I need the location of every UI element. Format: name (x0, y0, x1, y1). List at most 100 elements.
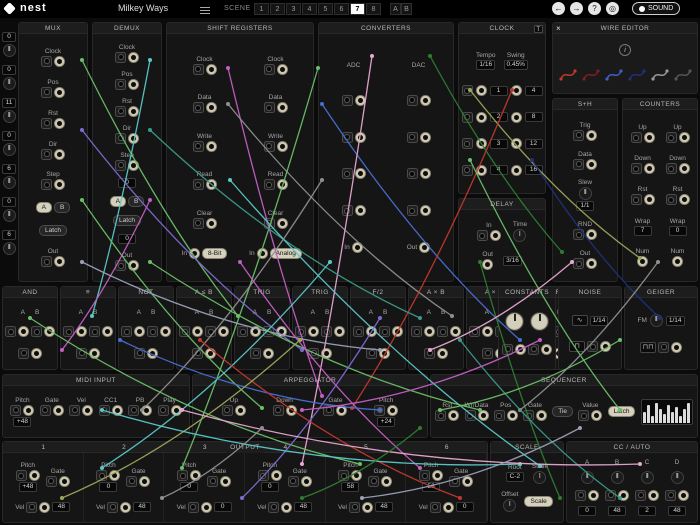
input-port[interactable] (96, 470, 107, 481)
input-port[interactable] (374, 405, 385, 416)
wire-style-swatch[interactable] (559, 67, 577, 83)
output-jack[interactable] (277, 141, 288, 152)
scale-button[interactable]: Scale (524, 496, 552, 507)
wire-style-swatch[interactable] (628, 67, 646, 83)
vel-value[interactable]: 48 (133, 502, 151, 512)
output-jack[interactable] (672, 256, 683, 267)
input-port[interactable] (193, 141, 204, 152)
output-jack[interactable] (205, 348, 216, 359)
input-port[interactable] (10, 405, 21, 416)
division-value[interactable]: 1 (490, 86, 508, 96)
input-port[interactable] (31, 326, 42, 337)
input-port[interactable] (89, 326, 100, 337)
input-jack[interactable] (462, 476, 473, 487)
input-jack[interactable] (109, 470, 120, 481)
input-port[interactable] (18, 348, 29, 359)
input-port[interactable] (342, 132, 353, 143)
output-jack[interactable] (355, 168, 366, 179)
wire-style-swatch[interactable] (651, 67, 669, 83)
input-port[interactable] (41, 179, 52, 190)
output-jack[interactable] (511, 112, 522, 123)
waveform-icon[interactable]: ⊓ (569, 341, 585, 352)
input-jack[interactable] (679, 163, 690, 174)
division-value[interactable]: 8 (525, 112, 543, 122)
output-jack[interactable] (206, 102, 217, 113)
division-value[interactable]: 16 (525, 165, 543, 175)
input-jack[interactable] (271, 470, 282, 481)
division-value[interactable]: 12 (525, 139, 543, 149)
input-value[interactable]: 11 (2, 98, 16, 108)
output-jack[interactable] (586, 258, 597, 269)
division-value[interactable]: 2 (490, 112, 508, 122)
input-port[interactable] (192, 348, 203, 359)
patch-title[interactable]: Milkey Ways (118, 3, 168, 13)
info-icon[interactable]: i (619, 44, 631, 56)
input-port[interactable] (41, 149, 52, 160)
output-jack[interactable] (54, 179, 65, 190)
output-jack[interactable] (387, 405, 398, 416)
input-jack[interactable] (190, 470, 201, 481)
scene-a-button[interactable]: A (390, 3, 401, 15)
wrap-value[interactable]: 0 (669, 226, 687, 236)
input-port[interactable] (268, 502, 279, 513)
pitch-value[interactable]: 0 (180, 482, 198, 492)
noise-rate-value[interactable]: 1/14 (590, 316, 609, 326)
input-port[interactable] (407, 132, 418, 143)
input-jack[interactable] (362, 502, 373, 513)
output-jack[interactable] (637, 256, 648, 267)
swing-value[interactable]: 0.45% (504, 60, 528, 70)
input-port[interactable] (193, 64, 204, 75)
cc-knob[interactable] (581, 471, 594, 484)
input-port[interactable] (465, 410, 476, 421)
input-port[interactable] (26, 502, 37, 513)
input-port[interactable] (126, 476, 137, 487)
constant-knob-1[interactable] (505, 312, 524, 331)
input-port[interactable] (308, 348, 319, 359)
input-port[interactable] (587, 341, 598, 352)
input-value[interactable]: 0 (2, 32, 16, 42)
offset-knob[interactable] (503, 499, 516, 512)
output-jack[interactable] (147, 348, 158, 359)
input-port[interactable] (323, 405, 334, 416)
input-port[interactable] (430, 502, 441, 513)
input-port[interactable] (264, 141, 275, 152)
input-jack[interactable] (490, 230, 501, 241)
output-jack[interactable] (321, 348, 332, 359)
input-jack[interactable] (678, 490, 689, 501)
input-jack[interactable] (218, 326, 229, 337)
input-port[interactable] (193, 218, 204, 229)
input-port[interactable] (666, 194, 677, 205)
demux-b-button[interactable]: B (128, 196, 144, 207)
input-value[interactable]: 0 (2, 197, 16, 207)
output-jack[interactable] (476, 138, 487, 149)
mux-b-button[interactable]: B (54, 202, 70, 213)
output-jack[interactable] (591, 410, 602, 421)
input-port[interactable] (462, 85, 473, 96)
input-port[interactable] (407, 205, 418, 216)
scene-button[interactable]: 4 (302, 3, 317, 15)
input-port[interactable] (502, 344, 513, 355)
input-jack[interactable] (644, 194, 655, 205)
input-port[interactable] (462, 165, 473, 176)
output-jack[interactable] (206, 179, 217, 190)
input-port[interactable] (631, 132, 642, 143)
scene-button[interactable]: 8 (366, 3, 381, 15)
input-port[interactable] (263, 326, 274, 337)
input-port[interactable] (353, 326, 364, 337)
output-jack[interactable] (671, 342, 682, 353)
input-port[interactable] (115, 260, 126, 271)
constant-knob-2[interactable] (530, 312, 549, 331)
input-jack[interactable] (679, 194, 690, 205)
output-jack[interactable] (128, 79, 139, 90)
input-jack[interactable] (644, 132, 655, 143)
shift-mode-button[interactable]: 8-Bit (202, 248, 227, 259)
output-jack[interactable] (355, 95, 366, 106)
input-jack[interactable] (220, 476, 231, 487)
power-icon[interactable]: ◎ (606, 2, 619, 15)
input-port[interactable] (264, 64, 275, 75)
delay-time-value[interactable]: 3/16 (503, 256, 522, 266)
input-port[interactable] (578, 410, 589, 421)
input-port[interactable] (76, 348, 87, 359)
input-knob[interactable] (3, 209, 16, 222)
output-jack[interactable] (277, 64, 288, 75)
